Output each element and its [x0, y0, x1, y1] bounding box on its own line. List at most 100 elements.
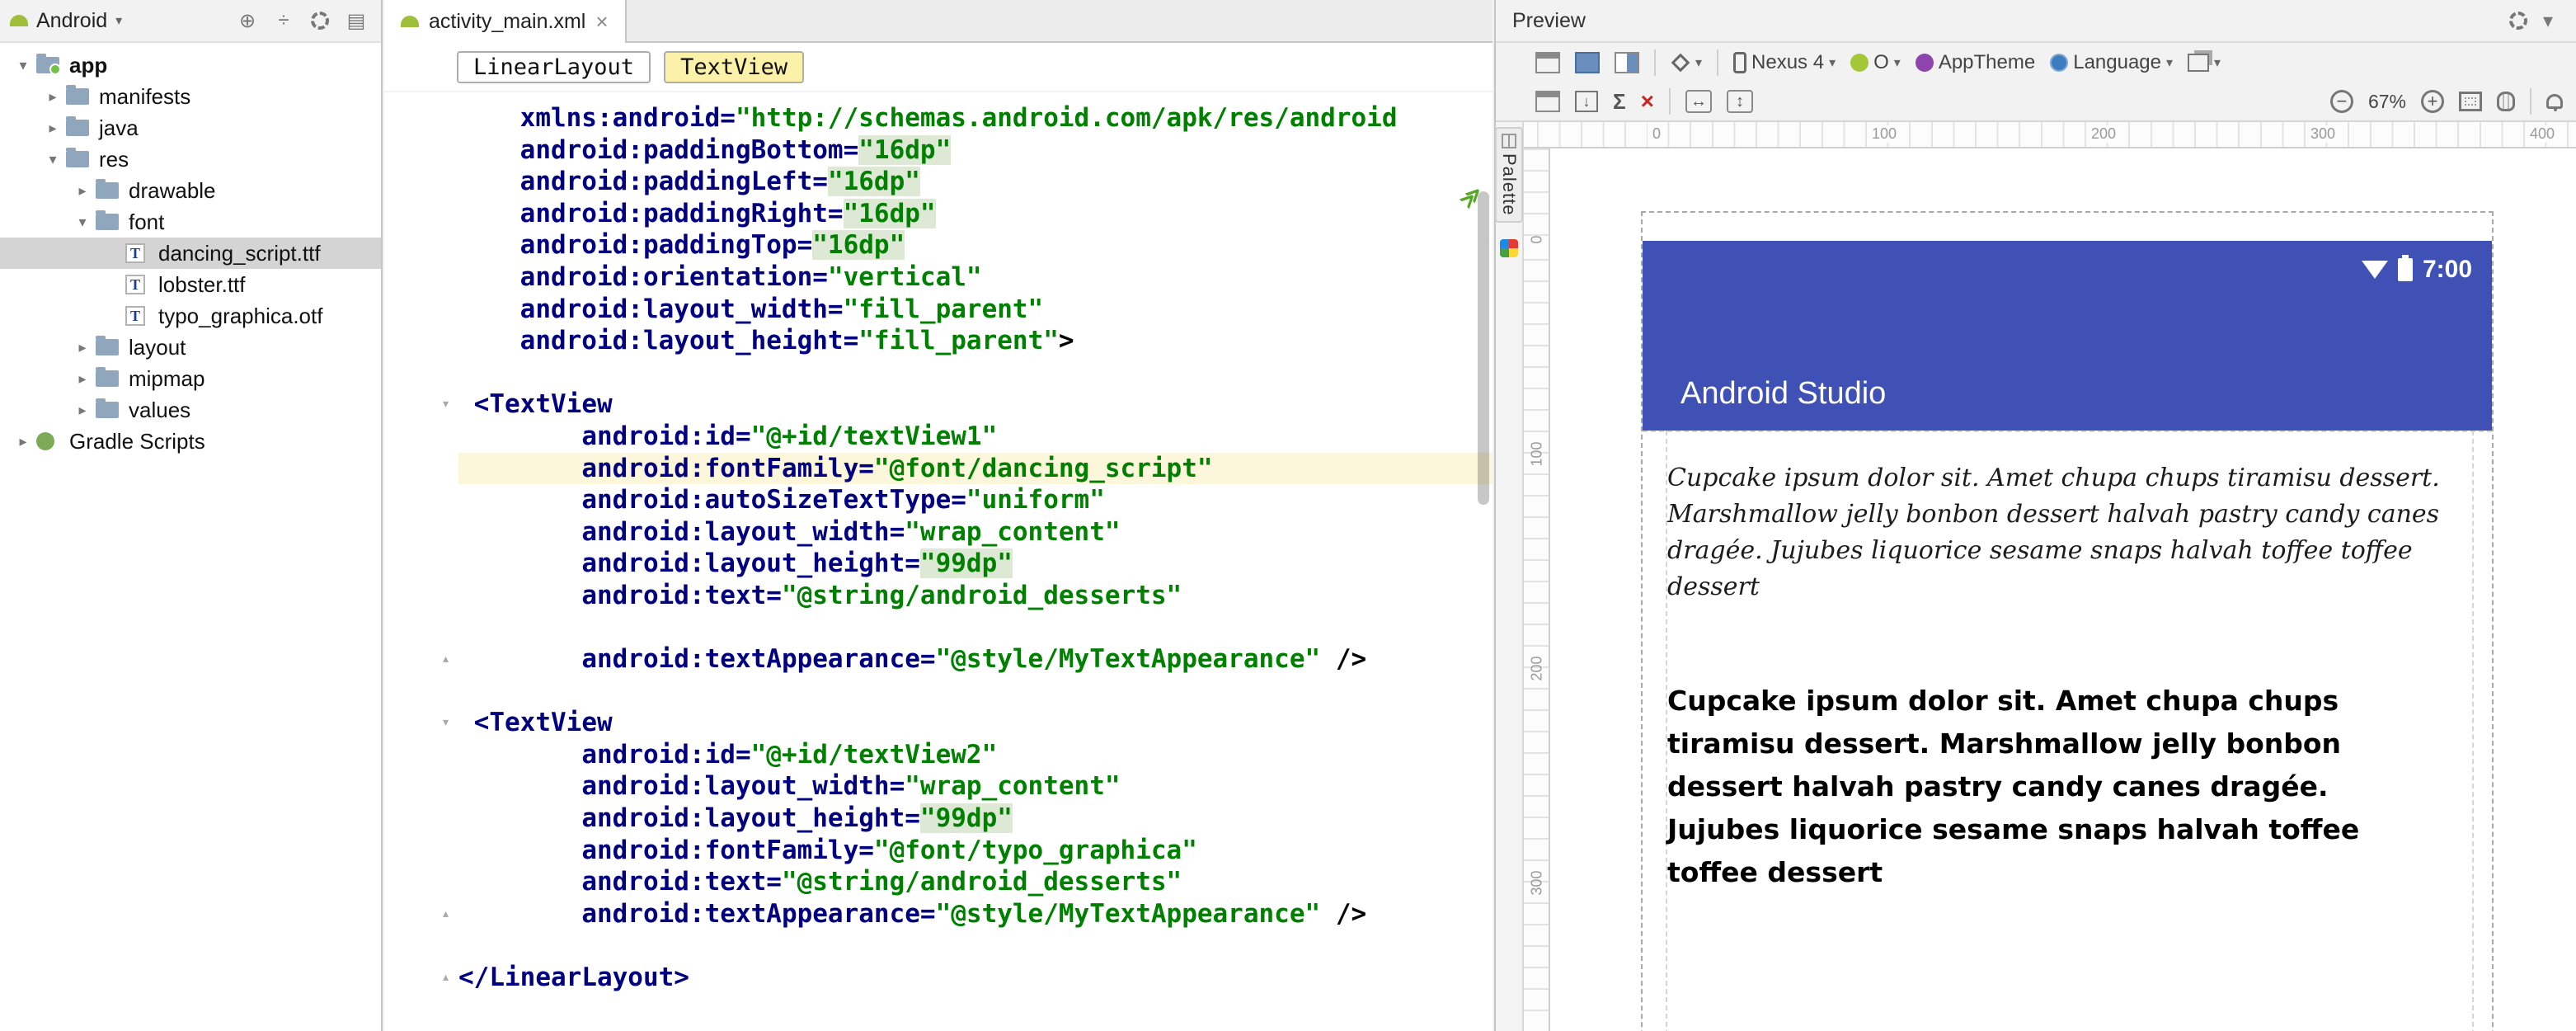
code-line[interactable]: android:paddingRight="16dp" [384, 198, 1492, 230]
tree-item-values[interactable]: ▸ values [0, 394, 381, 426]
tree-item-dancing-script-ttf[interactable]: Tdancing_script.ttf [0, 238, 381, 269]
settings-gear-icon[interactable] [305, 7, 335, 34]
code-line[interactable]: android:autoSizeTextType="uniform" [384, 484, 1492, 516]
chevron-right-icon[interactable]: ▸ [69, 182, 96, 200]
language-selector[interactable]: Language ▾ [2050, 51, 2173, 74]
code-line[interactable]: android:layout_height="99dp" [384, 548, 1492, 580]
layout-variant-selector[interactable]: ▾ [2188, 54, 2221, 72]
zoom-out-button[interactable]: − [2329, 90, 2353, 113]
code-line[interactable] [384, 612, 1492, 644]
fold-marker-icon[interactable]: ▾ [384, 388, 458, 421]
code-line[interactable]: android:fontFamily="@font/typo_graphica" [384, 835, 1492, 867]
palette-tab[interactable]: Palette [1495, 127, 1523, 223]
fold-marker-icon[interactable]: ▴ [384, 643, 458, 676]
collapse-all-icon[interactable]: ÷ [269, 7, 298, 34]
theme-selector[interactable]: AppTheme [1915, 51, 2035, 74]
tree-item-font[interactable]: ▾ font [0, 206, 381, 238]
tree-item-gradle-scripts[interactable]: ▸ Gradle Scripts [0, 426, 381, 457]
tree-item-layout[interactable]: ▸ layout [0, 332, 381, 363]
code-line[interactable]: android:layout_height="fill_parent"> [384, 325, 1492, 357]
pan-hand-icon[interactable] [2497, 92, 2515, 111]
code-line[interactable] [384, 357, 1492, 389]
code-text: android:textAppearance="@style/MyTextApp… [581, 644, 1367, 675]
code-line[interactable]: android:orientation="vertical" [384, 261, 1492, 294]
project-view-selector[interactable]: Android ▾ [10, 9, 122, 33]
stretch-height-icon[interactable]: ↕ [1726, 90, 1753, 113]
chevron-down-icon[interactable]: ▾ [40, 151, 66, 168]
textview2-typo-graphica[interactable]: Cupcake ipsum dolor sit. Amet chupa chup… [1667, 680, 2429, 894]
code-line[interactable]: ▾ <TextView [384, 388, 1492, 421]
tab-activity-main-xml[interactable]: activity_main.xml × [384, 0, 627, 43]
code-line[interactable]: android:layout_width="wrap_content" [384, 770, 1492, 803]
breadcrumb-item-linearlayout[interactable]: LinearLayout [457, 50, 651, 83]
notifications-bell-icon[interactable] [2546, 94, 2563, 111]
both-views-icon[interactable] [1615, 52, 1639, 73]
chevron-right-icon[interactable]: ▸ [69, 402, 96, 419]
code-line[interactable] [384, 930, 1492, 962]
code-line[interactable]: android:text="@string/android_desserts" [384, 866, 1492, 898]
palette-colors-icon[interactable] [1500, 238, 1518, 257]
editor-scrollbar[interactable] [1478, 191, 1489, 505]
tree-item-mipmap[interactable]: ▸ mipmap [0, 363, 381, 394]
code-line[interactable]: ▴ </LinearLayout> [384, 962, 1492, 994]
preview-settings-gear-icon[interactable] [2503, 7, 2533, 34]
code-line[interactable]: ▴ android:textAppearance="@style/MyTextA… [384, 898, 1492, 930]
chevron-right-icon[interactable]: ▸ [10, 433, 36, 450]
stretch-width-icon[interactable]: ↔ [1685, 90, 1712, 113]
code-text: android:autoSizeTextType="uniform" [581, 485, 1105, 516]
tree-item-typo-graphica-otf[interactable]: Ttypo_graphica.otf [0, 300, 381, 332]
textview1-dancing-script[interactable]: Cupcake ipsum dolor sit. Amet chupa chup… [1667, 460, 2472, 605]
close-preview-icon[interactable]: × [1641, 90, 1654, 113]
device-screen[interactable]: 7:00 Android Studio Cupcake ipsum dolor … [1641, 211, 2494, 1031]
code-line[interactable]: android:id="@+id/textView2" [384, 739, 1492, 771]
blueprint-view-icon[interactable] [1575, 52, 1600, 73]
preview-canvas[interactable]: 7:00 Android Studio Cupcake ipsum dolor … [1550, 148, 2576, 1031]
scope-icon[interactable]: ⊕ [233, 7, 262, 34]
code-line[interactable]: android:text="@string/android_desserts" [384, 580, 1492, 612]
breadcrumb-item-textview[interactable]: TextView [664, 50, 805, 83]
v-ruler-label: 200 [1528, 656, 1545, 681]
code-editor[interactable]: xmlns:android="http://schemas.android.co… [384, 92, 1492, 1031]
design-view-icon[interactable] [1535, 52, 1560, 73]
tree-item-java[interactable]: ▸ java [0, 112, 381, 144]
minimize-panel-icon[interactable]: ▾ [2533, 7, 2563, 34]
zoom-in-button[interactable]: + [2421, 90, 2444, 113]
code-line[interactable] [384, 676, 1492, 708]
fold-marker-icon[interactable]: ▴ [384, 962, 458, 994]
sigma-icon[interactable]: Σ [1613, 89, 1626, 115]
code-line[interactable]: android:layout_width="fill_parent" [384, 294, 1492, 326]
zoom-fit-icon[interactable] [2459, 92, 2482, 111]
save-screenshot-icon[interactable]: ↓ [1575, 91, 1598, 112]
tree-item-manifests[interactable]: ▸ manifests [0, 81, 381, 112]
code-line[interactable]: android:id="@+id/textView1" [384, 421, 1492, 453]
grid-icon[interactable] [1535, 91, 1560, 112]
tree-item-res[interactable]: ▾ res [0, 144, 381, 175]
fold-marker-icon[interactable]: ▾ [384, 707, 458, 739]
tree-item-lobster-ttf[interactable]: Tlobster.ttf [0, 269, 381, 300]
chevron-down-icon[interactable]: ▾ [10, 57, 36, 74]
code-line[interactable]: android:layout_width="wrap_content" [384, 516, 1492, 548]
api-version-selector[interactable]: O ▾ [1850, 51, 1901, 74]
orientation-selector[interactable]: ▾ [1671, 53, 1702, 73]
folder-icon [96, 336, 122, 355]
code-line[interactable]: android:fontFamily="@font/dancing_script… [384, 452, 1492, 485]
chevron-down-icon[interactable]: ▾ [69, 214, 96, 231]
chevron-right-icon[interactable]: ▸ [69, 370, 96, 388]
preview-toolbar-row1: ▾ Nexus 4 ▾ O ▾ AppTheme Language ▾ ▾ [1496, 43, 2576, 82]
chevron-right-icon[interactable]: ▸ [40, 88, 66, 106]
code-line[interactable]: ▴ android:textAppearance="@style/MyTextA… [384, 643, 1492, 676]
code-line[interactable]: android:paddingLeft="16dp" [384, 166, 1492, 198]
tree-item-app[interactable]: ▾ app [0, 49, 381, 81]
close-icon[interactable]: × [595, 11, 608, 32]
chevron-right-icon[interactable]: ▸ [40, 120, 66, 137]
code-line[interactable]: android:layout_height="99dp" [384, 803, 1492, 835]
fold-marker-icon[interactable]: ▴ [384, 898, 458, 930]
code-line[interactable]: android:paddingBottom="16dp" [384, 134, 1492, 167]
device-selector[interactable]: Nexus 4 ▾ [1733, 51, 1836, 74]
code-line[interactable]: ▾ <TextView [384, 707, 1492, 739]
chevron-right-icon[interactable]: ▸ [69, 339, 96, 356]
code-line[interactable]: xmlns:android="http://schemas.android.co… [384, 102, 1492, 134]
code-line[interactable]: android:paddingTop="16dp" [384, 229, 1492, 261]
hide-panel-icon[interactable]: ▤ [341, 7, 371, 34]
tree-item-drawable[interactable]: ▸ drawable [0, 175, 381, 206]
